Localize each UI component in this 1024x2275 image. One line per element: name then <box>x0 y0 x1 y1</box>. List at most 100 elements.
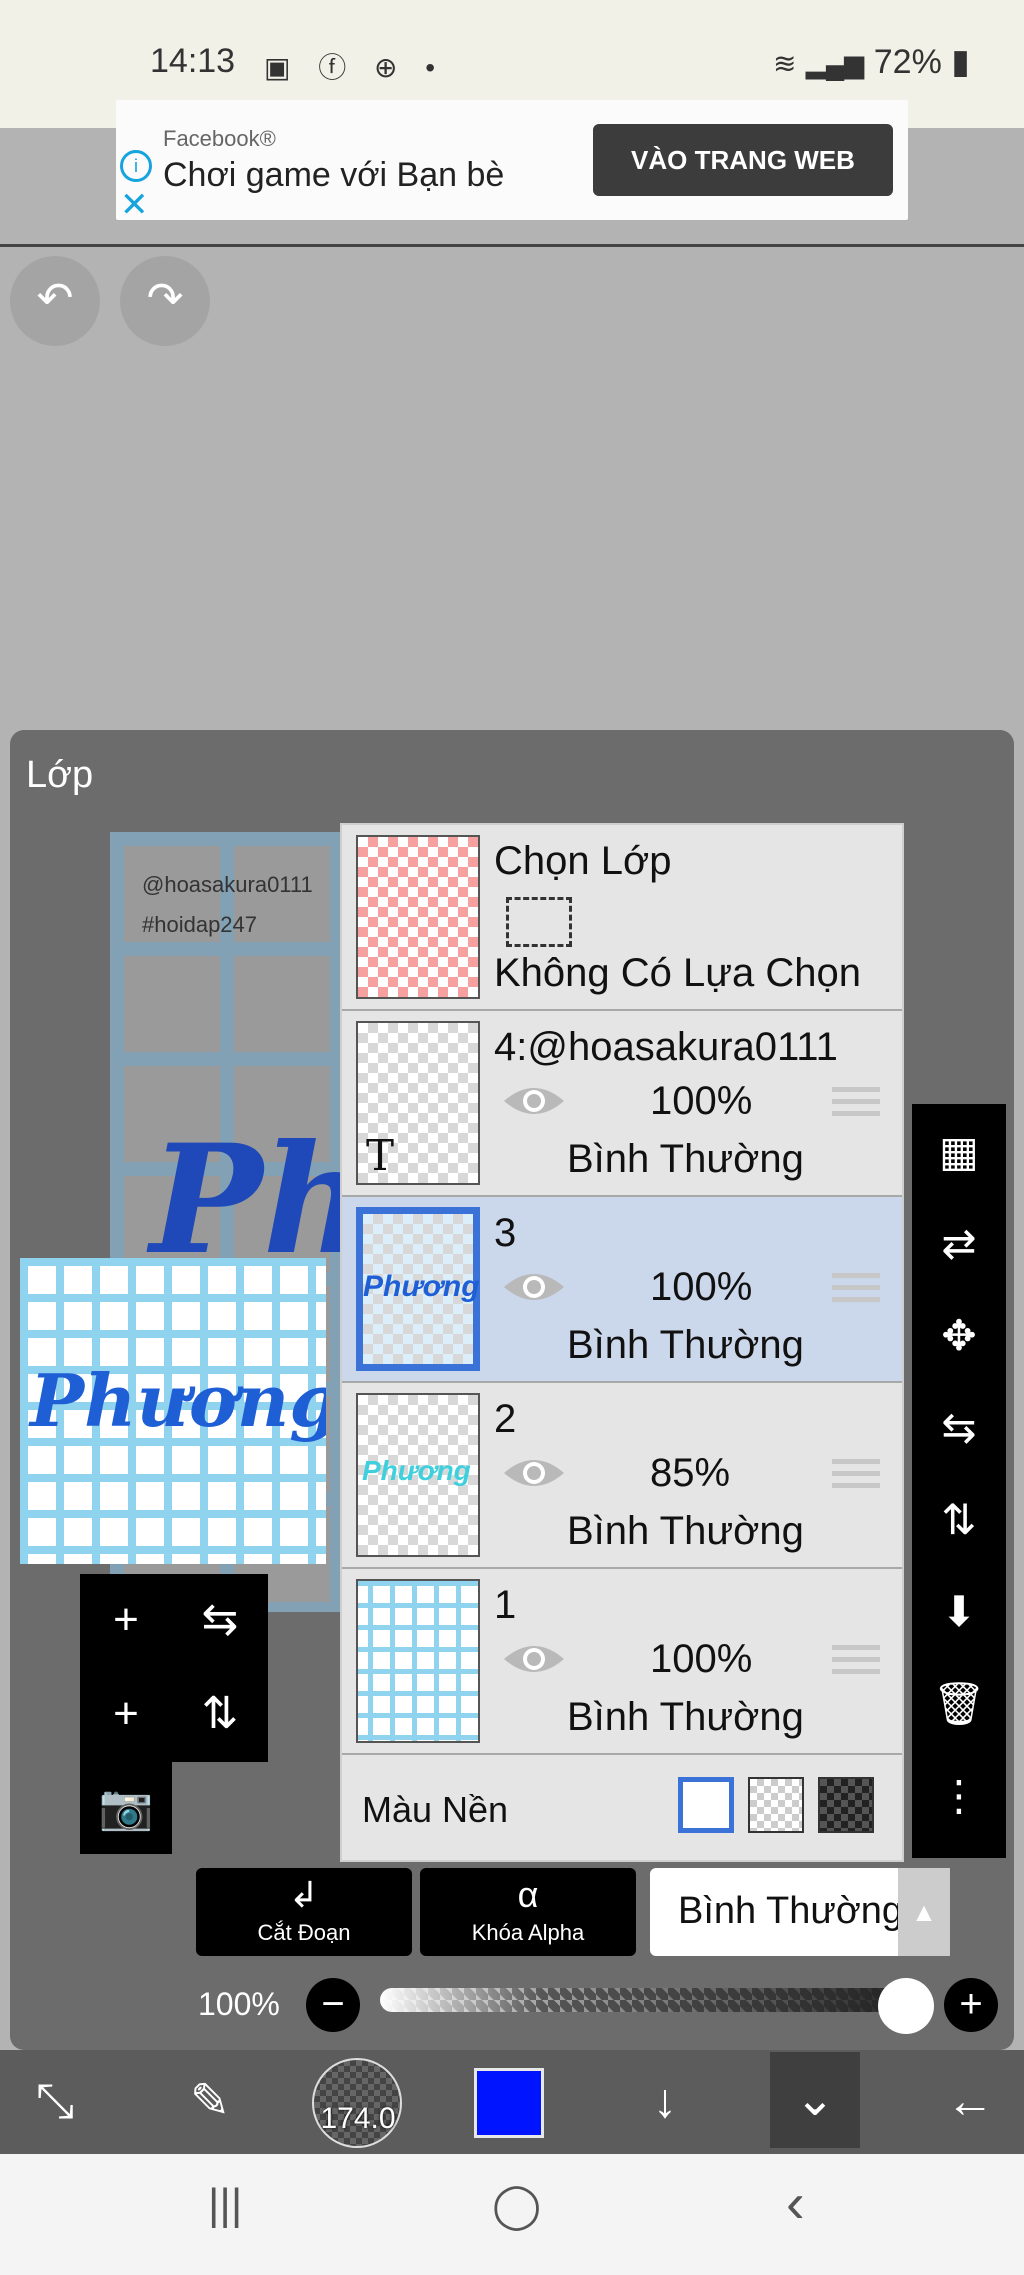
layer-list: Chọn Lớp Không Có Lựa Chọn T 4:@hoasakur… <box>340 823 904 1862</box>
blend-mode-select[interactable]: Bình Thường ▲ <box>650 1868 950 1956</box>
flip-vertical-icon[interactable]: ⇅ <box>912 1476 1006 1564</box>
layer-opacity: 100% <box>650 1637 753 1681</box>
layer-thumb <box>356 1579 480 1743</box>
background-label: Màu Nền <box>362 1789 509 1830</box>
layer-opacity: 100% <box>650 1079 753 1123</box>
more-icon[interactable]: ⋮ <box>912 1752 1006 1840</box>
layer-row[interactable]: Phương 2 85% Bình Thường <box>342 1383 902 1569</box>
canvas-tag-1: @hoasakura0111 <box>142 872 313 897</box>
opacity-increase-button[interactable]: + <box>944 1978 998 2032</box>
alpha-lock-label: Khóa Alpha <box>471 1920 585 1945</box>
layer-opacity: 100% <box>650 1265 753 1309</box>
blend-mode-value: Bình Thường <box>678 1890 904 1932</box>
layer-name: 4:@hoasakura0111 <box>494 1025 838 1069</box>
opacity-decrease-button[interactable]: − <box>306 1978 360 2032</box>
redo-icon: ↷ <box>146 274 184 323</box>
divider <box>0 244 1024 247</box>
layer-name: 1 <box>494 1583 517 1627</box>
alpha-lock-button[interactable]: α Khóa Alpha <box>420 1868 636 1956</box>
wifi-icon: ≋ <box>772 48 797 79</box>
layer-name: 3 <box>494 1211 517 1255</box>
ad-close-icon[interactable]: ✕ <box>120 185 149 225</box>
camera-icon[interactable]: 📷 <box>80 1762 172 1854</box>
brush-icon[interactable]: ✎ <box>160 2050 260 2154</box>
layer-opacity: 85% <box>650 1451 731 1495</box>
layer-blend-mode: Bình Thường <box>567 1323 804 1367</box>
back-icon[interactable]: ‹ <box>786 2170 805 2235</box>
layer-thumb: T <box>356 1021 480 1185</box>
merge-down-icon[interactable]: ⬇ <box>912 1568 1006 1656</box>
opacity-slider-handle[interactable] <box>878 1978 934 2034</box>
undo-button[interactable]: ↶ <box>10 256 100 346</box>
eye-icon[interactable] <box>502 1081 566 1121</box>
trash-icon[interactable]: 🗑 <box>912 1660 1006 1748</box>
canvas-preview[interactable]: Phương <box>20 1258 326 1564</box>
drag-handle-icon[interactable] <box>832 1459 880 1495</box>
layer-row[interactable]: T 4:@hoasakura0111 100% Bình Thường <box>342 1011 902 1197</box>
bg-dark-swatch[interactable] <box>818 1777 874 1833</box>
redo-button[interactable]: ↷ <box>120 256 210 346</box>
drag-handle-icon[interactable] <box>832 1087 880 1123</box>
primary-color-swatch[interactable] <box>474 2068 544 2138</box>
transparency-icon[interactable]: ▦ <box>912 1108 1006 1196</box>
flip-vertical-icon[interactable]: ⇅ <box>174 1668 266 1760</box>
clipping-label: Cắt Đoạn <box>257 1920 351 1945</box>
status-time: 14:13 <box>150 42 236 80</box>
layer-thumb-text: Phương <box>363 1270 480 1303</box>
ad-brand: Facebook® <box>163 126 276 151</box>
battery-icon: ▮ <box>951 43 970 81</box>
ad-text: Chơi game với Bạn bè <box>163 156 505 194</box>
layer-panel-toggle-icon[interactable]: ⌄ <box>770 2052 860 2148</box>
layer-row-selected[interactable]: Phương 3 100% Bình Thường <box>342 1197 902 1383</box>
undo-icon: ↶ <box>36 274 74 323</box>
add-copy-layer-icon[interactable]: + <box>80 1668 172 1760</box>
eye-icon[interactable] <box>502 1453 566 1493</box>
layer-blend-mode: Bình Thường <box>567 1509 804 1553</box>
layer-row[interactable]: 1 100% Bình Thường <box>342 1569 902 1755</box>
eye-icon[interactable] <box>502 1639 566 1679</box>
clipping-button[interactable]: ↲ Cắt Đoạn <box>196 1868 412 1956</box>
layer-name: 2 <box>494 1397 517 1441</box>
selection-thumb <box>356 835 480 999</box>
add-layer-icon[interactable]: + <box>80 1574 172 1666</box>
ad-visit-button[interactable]: VÀO TRANG WEB <box>593 124 893 196</box>
notification-icons: ▣ ⓕ ⊕ • <box>264 52 446 83</box>
move-icon[interactable]: ✥ <box>912 1292 1006 1380</box>
signal-icon: ▂▄▆ <box>805 49 865 79</box>
ad-info-icon[interactable]: i <box>120 150 152 182</box>
opacity-slider[interactable] <box>380 1988 920 2012</box>
opacity-value: 100% <box>198 1986 280 2022</box>
layer-blend-mode: Bình Thường <box>567 1137 804 1181</box>
arrow-down-icon[interactable]: ↓ <box>620 2050 710 2154</box>
canvas-tag-2: #hoidap247 <box>142 912 258 937</box>
panel-title: Lớp <box>26 754 94 796</box>
alpha-lock-icon: α <box>517 1874 539 1915</box>
selection-layer-row[interactable]: Chọn Lớp Không Có Lựa Chọn <box>342 825 902 1011</box>
layer-blend-mode: Bình Thường <box>567 1695 804 1739</box>
chevron-up-icon: ▲ <box>898 1868 950 1956</box>
preview-word: Phương <box>30 1358 326 1443</box>
home-icon[interactable]: ◯ <box>492 2180 541 2231</box>
selection-subtitle: Không Có Lựa Chọn <box>494 951 862 995</box>
battery-percent: 72% <box>873 43 942 81</box>
flip-horizontal-icon[interactable]: ⇆ <box>174 1574 266 1666</box>
bg-white-swatch[interactable] <box>678 1777 734 1833</box>
selection-marquee-icon <box>506 897 572 947</box>
drag-handle-icon[interactable] <box>832 1645 880 1681</box>
layer-thumb: Phương <box>356 1207 480 1371</box>
clipping-icon: ↲ <box>288 1874 320 1915</box>
flip-horizontal-icon[interactable]: ⇆ <box>912 1384 1006 1472</box>
bg-transparent-swatch[interactable] <box>748 1777 804 1833</box>
drag-handle-icon[interactable] <box>832 1273 880 1309</box>
recent-apps-icon[interactable]: ||| <box>208 2180 242 2230</box>
layer-thumb: Phương <box>356 1393 480 1557</box>
text-layer-marker: T <box>366 1131 395 1180</box>
eye-icon[interactable] <box>502 1267 566 1307</box>
transform-tools-icon[interactable]: ⤡ <box>10 2050 100 2154</box>
layer-thumb-text: Phương <box>362 1455 471 1486</box>
back-arrow-icon[interactable]: ← <box>930 2050 1010 2154</box>
swap-layer-icon[interactable]: ⇄ <box>912 1200 1006 1288</box>
battery-level: ≋ ▂▄▆ 72% ▮ <box>773 42 970 82</box>
right-toolbar: ▦ ⇄ ✥ ⇆ ⇅ ⬇ 🗑 ⋮ <box>912 1104 1006 1858</box>
selection-title: Chọn Lớp <box>494 839 672 883</box>
